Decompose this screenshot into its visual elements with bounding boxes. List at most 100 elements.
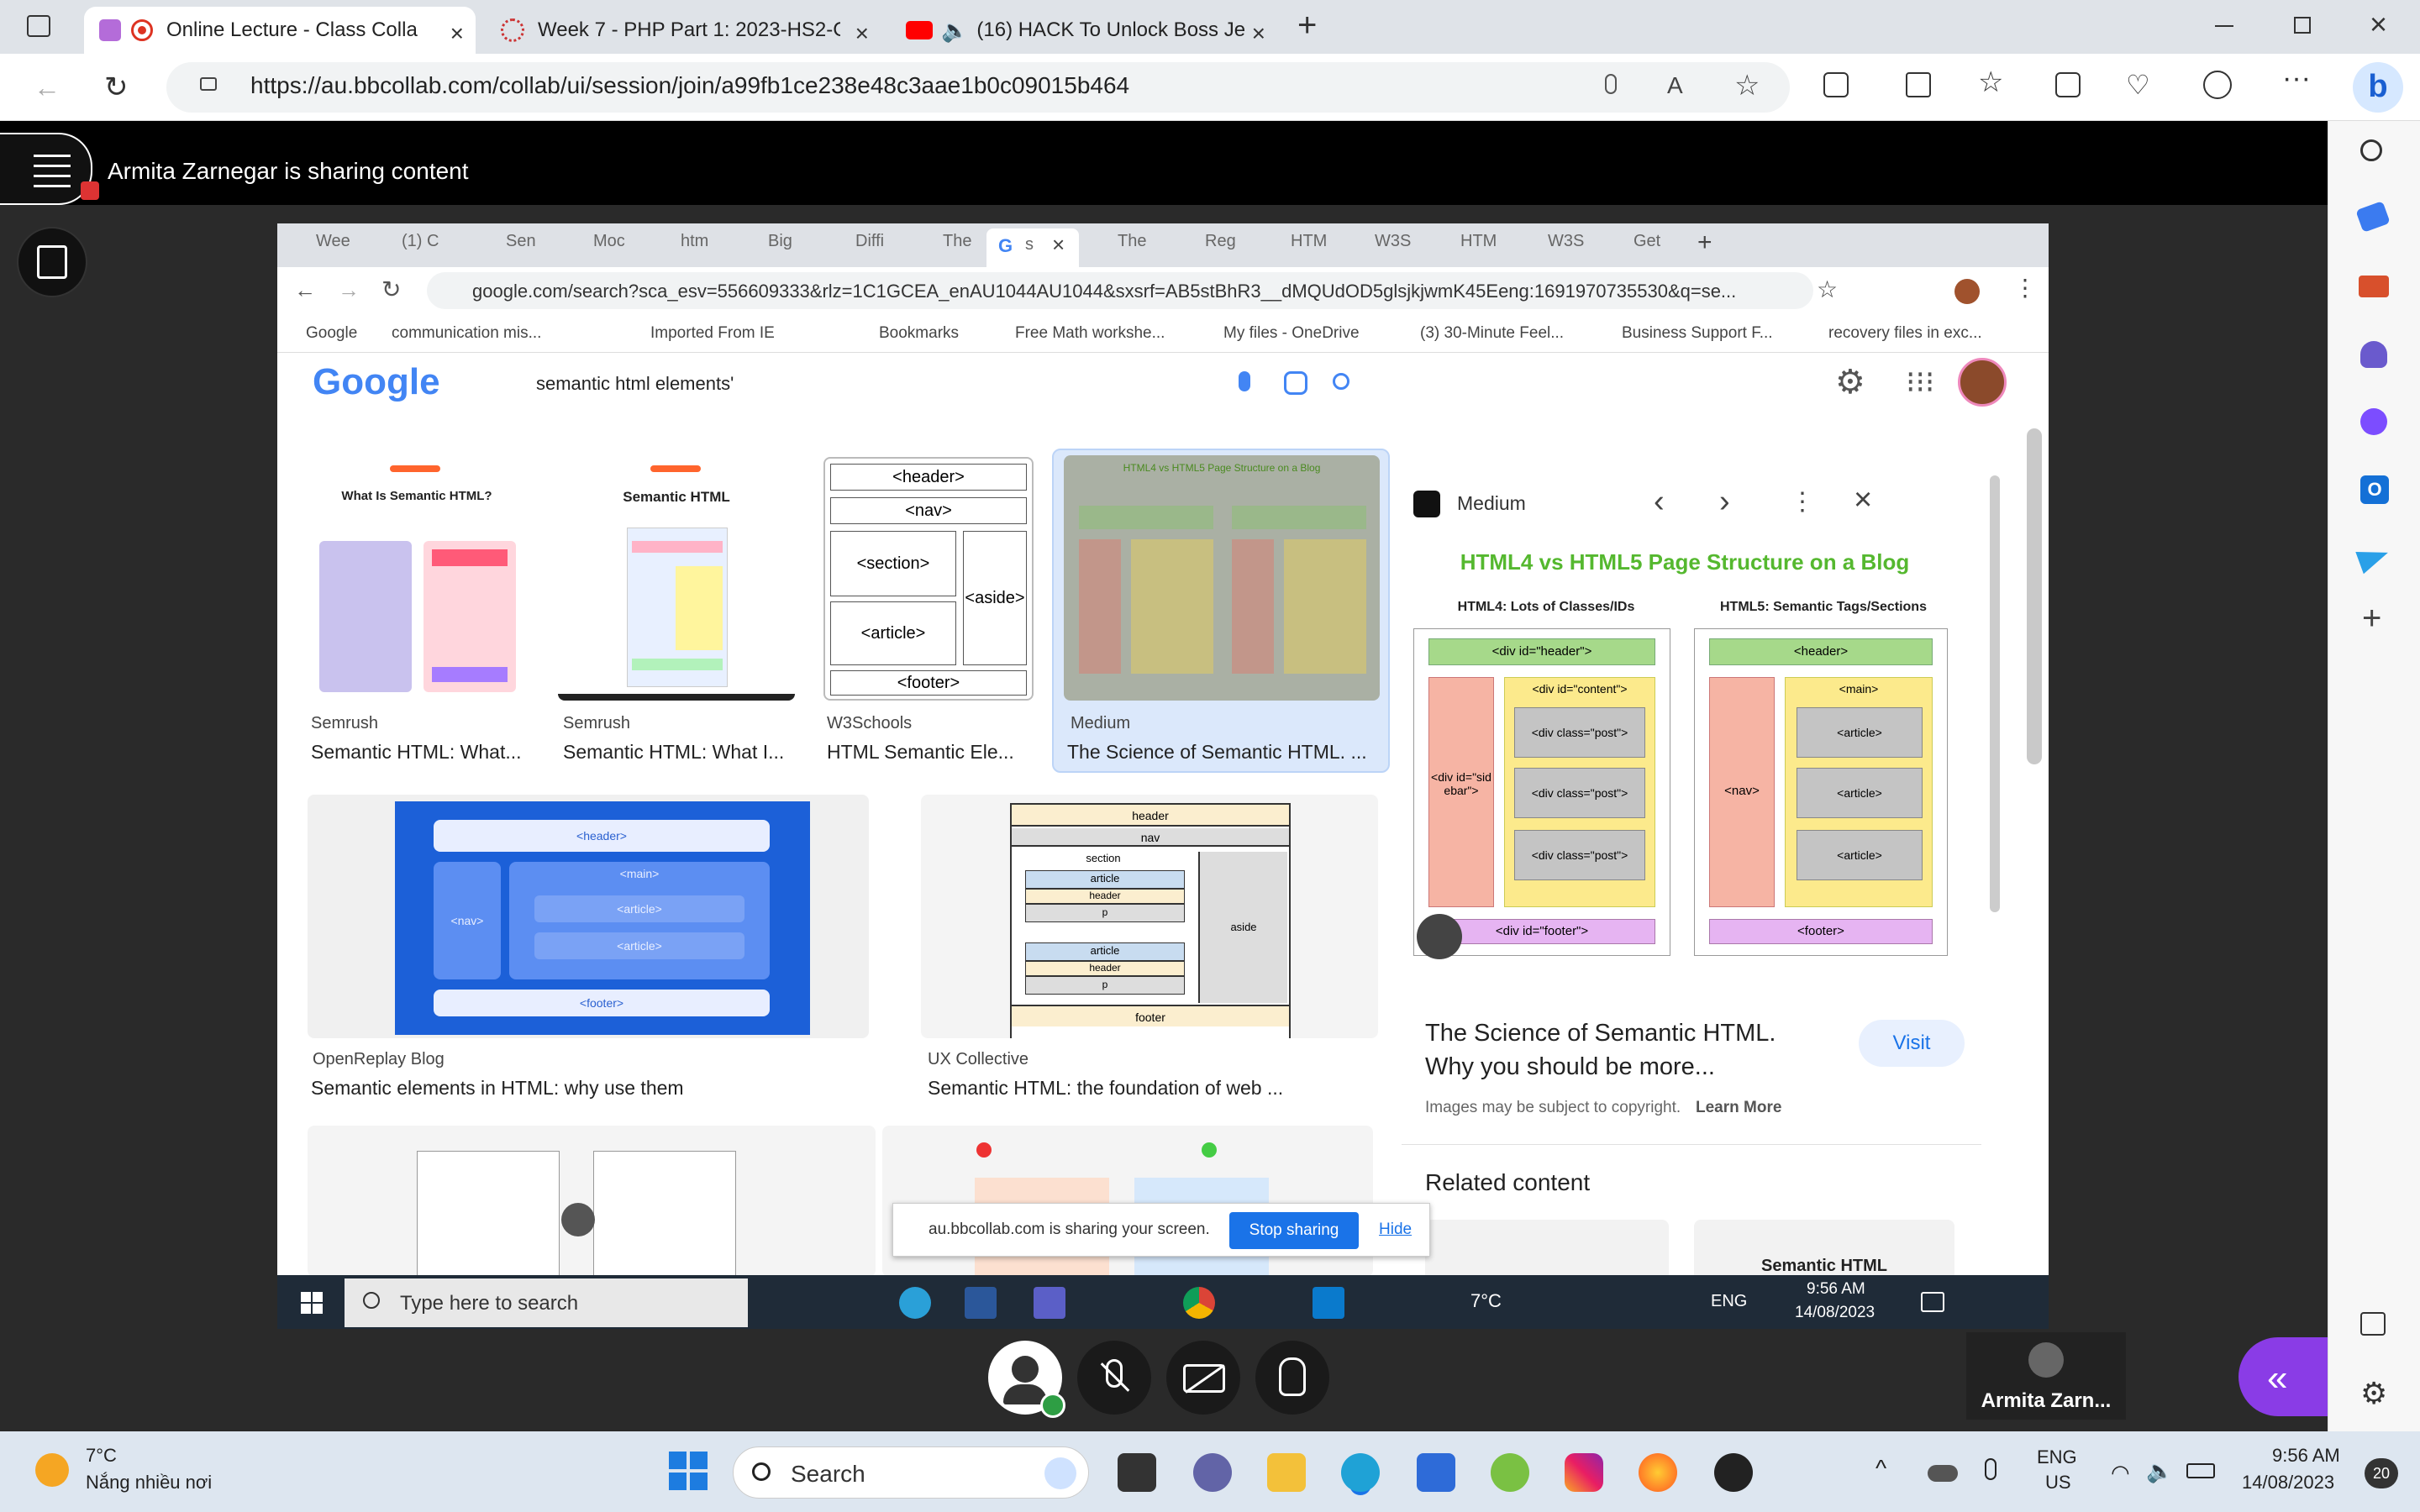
inner-tab[interactable]: Wee — [316, 232, 350, 251]
learn-more-link[interactable]: Learn More — [1696, 1099, 1781, 1117]
close-panel-icon[interactable]: × — [1854, 482, 1872, 518]
raise-hand-button[interactable] — [1255, 1341, 1329, 1415]
inner-tab[interactable]: (1) C — [402, 232, 439, 251]
inner-tab[interactable]: W3S — [1375, 232, 1411, 251]
tools-icon[interactable] — [2359, 276, 2389, 297]
bookmark-item[interactable]: Bookmarks — [879, 324, 959, 343]
volume-icon[interactable]: 🔈 — [2146, 1458, 2173, 1484]
panel-title[interactable]: The Science of Semantic HTML. Why you sh… — [1425, 1016, 1820, 1084]
inner-temp[interactable]: 7°C — [1470, 1290, 1502, 1312]
inner-tab[interactable]: Sen — [506, 232, 536, 251]
next-image-icon[interactable]: › — [1719, 484, 1730, 520]
inner-tab[interactable]: Moc — [593, 232, 625, 251]
inner-tab[interactable]: Diffi — [855, 232, 884, 251]
settings-gear-icon[interactable]: ⚙ — [1835, 363, 1865, 402]
result-source[interactable]: UX Collective — [928, 1050, 1028, 1069]
result-caption[interactable]: Semantic HTML: the foundation of web ... — [928, 1077, 1283, 1100]
clock-time[interactable]: 9:56 AM — [2272, 1445, 2340, 1467]
result-thumb-row3-1[interactable] — [308, 1126, 876, 1277]
panel-source[interactable]: Medium — [1457, 492, 1526, 515]
settings-icon[interactable]: ⚙ — [2360, 1376, 2387, 1411]
search-box[interactable]: semantic html elements' — [499, 361, 1430, 405]
task-view-icon[interactable] — [1118, 1453, 1156, 1492]
close-tab-icon[interactable]: × — [855, 20, 869, 47]
bookmark-item[interactable]: recovery files in exc... — [1828, 324, 1982, 343]
bookmark-item[interactable]: Business Support F... — [1622, 324, 1773, 343]
inner-tab[interactable]: HTM — [1291, 232, 1327, 251]
tab-online-lecture[interactable]: Online Lecture - Class Collab × — [84, 7, 476, 54]
add-icon[interactable]: + — [2362, 600, 2381, 638]
camera-button[interactable] — [1166, 1341, 1240, 1415]
battery-icon[interactable] — [2186, 1463, 2215, 1478]
teams-app-icon[interactable] — [1034, 1287, 1065, 1319]
account-avatar[interactable] — [1958, 358, 2007, 407]
close-tab-icon[interactable]: × — [1252, 20, 1265, 47]
collapse-panel-button[interactable]: « — [2238, 1337, 2328, 1416]
split-screen-icon[interactable] — [1906, 72, 1931, 97]
favorite-icon[interactable]: ☆ — [1734, 69, 1760, 102]
result-caption[interactable]: HTML Semantic Ele... — [827, 741, 1014, 764]
result-thumb-semrush-1[interactable]: What Is Semantic HTML? — [306, 457, 528, 701]
result-source[interactable]: Semrush — [311, 714, 378, 733]
search-query[interactable]: semantic html elements' — [536, 373, 734, 395]
google-logo[interactable]: Google — [313, 361, 440, 403]
voice-search-icon[interactable] — [1239, 371, 1250, 391]
visit-button[interactable]: Visit — [1859, 1020, 1965, 1067]
minimize-button[interactable] — [2215, 25, 2233, 27]
result-caption[interactable]: Semantic elements in HTML: why use them — [311, 1077, 684, 1100]
windows-start-icon[interactable] — [669, 1452, 708, 1490]
my-status-button[interactable] — [988, 1341, 1065, 1418]
panel-more-icon[interactable]: ⋮ — [1790, 487, 1815, 517]
profile-icon[interactable] — [2203, 71, 2232, 99]
content-zoom-button[interactable] — [17, 227, 87, 297]
mic-tray-icon[interactable] — [1985, 1458, 1996, 1480]
edge-app-icon[interactable] — [899, 1287, 931, 1319]
close-window-button[interactable]: × — [2370, 7, 2387, 42]
collections-icon[interactable] — [2055, 72, 2081, 97]
inner-search-box[interactable]: Type here to search — [345, 1278, 748, 1327]
apps-grid-icon[interactable]: ⁝⁝⁝ — [1906, 365, 1934, 400]
edge-icon[interactable] — [1341, 1453, 1380, 1492]
lens-icon[interactable] — [1284, 371, 1307, 395]
favorites-icon[interactable]: ☆ — [1978, 66, 2003, 99]
github-icon[interactable] — [1714, 1453, 1753, 1492]
inner-lang[interactable]: ENG — [1711, 1292, 1747, 1311]
bing-icon[interactable]: b — [2353, 62, 2403, 113]
start-icon[interactable] — [301, 1292, 323, 1314]
bookmark-item[interactable]: Imported From IE — [650, 324, 775, 343]
search-icon[interactable] — [2360, 139, 2382, 161]
inner-tab[interactable]: The — [1118, 232, 1146, 251]
firefox-icon[interactable] — [1639, 1453, 1677, 1492]
store-icon[interactable] — [1417, 1453, 1455, 1492]
more-icon[interactable]: ··· — [2282, 62, 2311, 95]
bookmark-item[interactable]: Free Math workshe... — [1015, 324, 1165, 343]
notification-badge[interactable]: 20 — [2365, 1458, 2398, 1488]
close-tab-icon[interactable]: × — [450, 20, 464, 47]
bookmark-item[interactable]: My files - OneDrive — [1223, 324, 1360, 343]
file-explorer-icon[interactable] — [1267, 1453, 1306, 1492]
instagram-icon[interactable] — [1565, 1453, 1603, 1492]
lens-search-icon[interactable] — [1417, 914, 1462, 959]
bookmark-star-icon[interactable]: ☆ — [1817, 276, 1838, 303]
inner-notification-icon[interactable] — [1921, 1292, 1944, 1312]
clock-date[interactable]: 14/08/2023 — [2242, 1472, 2334, 1494]
bookmark-item[interactable]: communication mis... — [392, 324, 541, 343]
inner-time[interactable]: 9:56 AM — [1807, 1280, 1865, 1299]
tab-week7[interactable]: Week 7 - PHP Part 1: 2023-HS2-C × — [486, 7, 881, 54]
inner-tab[interactable]: HTM — [1460, 232, 1497, 251]
read-aloud-icon[interactable]: A — [1667, 72, 1683, 99]
games-icon[interactable] — [2360, 341, 2387, 368]
health-icon[interactable]: ♡ — [2126, 69, 2150, 101]
forward-icon[interactable]: → — [338, 277, 360, 303]
back-button[interactable]: ← — [34, 72, 60, 103]
page-scrollbar[interactable] — [2027, 428, 2042, 764]
panel-scrollbar[interactable] — [1990, 475, 2000, 912]
result-thumb-w3schools[interactable]: <header> <nav> <section> <aside> <articl… — [823, 457, 1034, 701]
panel-image[interactable]: HTML4 vs HTML5 Page Structure on a Blog … — [1413, 536, 1956, 998]
inner-tab[interactable]: The — [943, 232, 971, 251]
chrome-app-icon[interactable] — [1183, 1287, 1215, 1319]
tab-youtube[interactable]: 🔈 (16) HACK To Unlock Boss Je × — [891, 7, 1277, 54]
extensions-icon[interactable] — [1823, 72, 1849, 97]
vscode-app-icon[interactable] — [1313, 1287, 1344, 1319]
result-thumb-uxcollective[interactable]: header nav section article header p arti… — [921, 795, 1378, 1038]
